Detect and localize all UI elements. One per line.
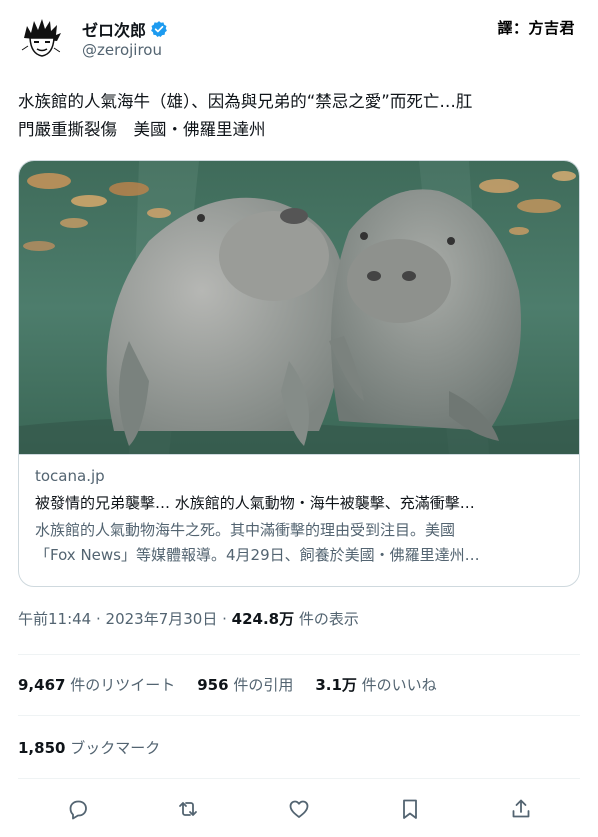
view-count: 424.8万 (231, 610, 295, 628)
manga-character-avatar-icon[interactable] (18, 16, 64, 62)
reply-icon[interactable] (63, 794, 93, 824)
divider (18, 654, 580, 655)
bookmark-label: ブックマーク (65, 739, 161, 757)
link-description: 水族館的人氣動物海牛之死。其中滿衝擊的理由受到注目。美國 「Fox News」等… (35, 518, 565, 568)
tweet-text: 水族館的人氣海牛（雄）、因為與兄弟的“禁忌之愛”而死亡…肛 門嚴重撕裂傷 美國・… (18, 88, 580, 144)
link-card-body[interactable]: tocana.jp 被發情的兄弟襲擊… 水族館的人氣動物・海牛被襲擊、充滿衝擊…… (19, 454, 579, 586)
author-name-row[interactable]: ゼロ次郎 (82, 17, 168, 41)
two-manatees-underwater-photo[interactable] (19, 161, 579, 454)
quote-label: 件の引用 (228, 676, 294, 694)
engagement-stats: 9,467 件のリツイート 956 件の引用 3.1万 件のいいね (18, 674, 437, 695)
tweet-text-line: 水族館的人氣海牛（雄）、因為與兄弟的“禁忌之愛”而死亡…肛 (18, 92, 473, 111)
verified-badge-icon (150, 20, 168, 38)
bookmark-count: 1,850 (18, 739, 66, 757)
share-icon[interactable] (506, 794, 536, 824)
quote-stat[interactable]: 956 件の引用 (197, 674, 293, 695)
like-label: 件のいいね (356, 676, 437, 694)
author-display-name[interactable]: ゼロ次郎 (82, 17, 146, 41)
meta-separator: · (91, 610, 106, 628)
retweet-label: 件のリツイート (65, 676, 176, 694)
translator-credit: 譯：方吉君 (494, 16, 578, 39)
retweet-count: 9,467 (18, 676, 66, 694)
view-count-label: 件の表示 (294, 610, 359, 628)
link-domain: tocana.jp (35, 467, 105, 485)
retweet-stat[interactable]: 9,467 件のリツイート (18, 674, 175, 695)
bookmark-stat[interactable]: 1,850 ブックマーク (18, 737, 160, 758)
tweet-text-line: 門嚴重撕裂傷 美國・佛羅里達州 (18, 120, 266, 139)
like-stat[interactable]: 3.1万 件のいいね (315, 674, 436, 695)
quote-count: 956 (197, 676, 229, 694)
tweet-actions-bar (18, 788, 580, 828)
like-count: 3.1万 (315, 676, 357, 694)
tweet-header: ゼロ次郎 @zerojirou 譯：方吉君 (18, 14, 580, 64)
divider (18, 778, 580, 779)
meta-separator: · (217, 610, 232, 628)
tweet-meta: 午前11:44 · 2023年7月30日 · 424.8万 件の表示 (18, 608, 359, 629)
author-handle[interactable]: @zerojirou (82, 41, 162, 59)
link-description-line: 水族館的人氣動物海牛之死。其中滿衝擊的理由受到注目。美國 (35, 521, 456, 539)
divider (18, 715, 580, 716)
like-icon[interactable] (284, 794, 314, 824)
tweet-date[interactable]: 2023年7月30日 (106, 610, 218, 628)
tweet-time[interactable]: 午前11:44 (18, 610, 91, 628)
link-title: 被發情的兄弟襲擊… 水族館的人氣動物・海牛被襲擊、充滿衝擊… (35, 494, 475, 512)
bookmark-icon[interactable] (395, 794, 425, 824)
retweet-icon[interactable] (173, 794, 203, 824)
link-preview-card[interactable]: tocana.jp 被發情的兄弟襲擊… 水族館的人氣動物・海牛被襲擊、充滿衝擊…… (18, 160, 580, 587)
link-description-line: 「Fox News」等媒體報導。4月29日、飼養於美國・佛羅里達州… (35, 546, 480, 564)
